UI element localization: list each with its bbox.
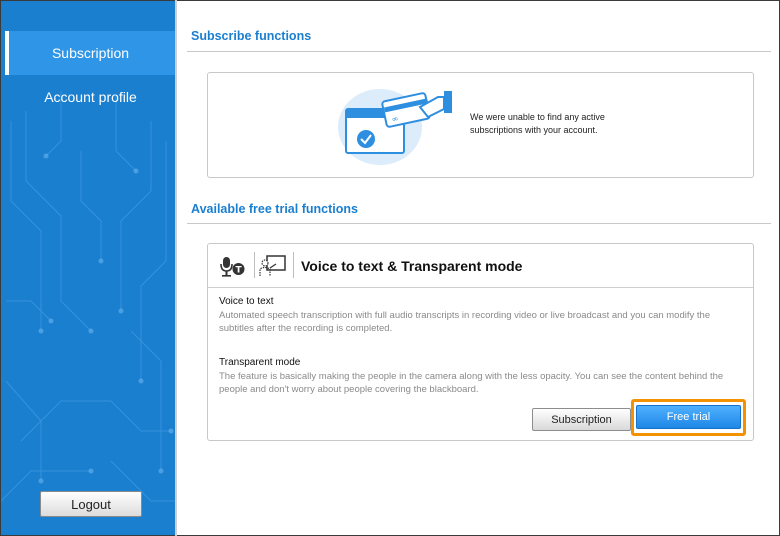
feature-name-transparent-mode: Transparent mode — [219, 357, 301, 368]
subscribe-section-title: Subscribe functions — [191, 29, 312, 43]
transparent-presenter-icon — [259, 255, 286, 276]
sidebar: Subscription Account profile Logout — [1, 1, 176, 535]
no-subscription-message: We were unable to find any active subscr… — [470, 112, 605, 135]
trial-section-title: Available free trial functions — [191, 202, 358, 216]
trial-card-title: Voice to text & Transparent mode — [301, 258, 523, 274]
subscription-status-card: ∞ We were unable to find any active subs… — [207, 72, 754, 178]
sidebar-item-subscription[interactable]: Subscription — [5, 31, 176, 75]
header-separator — [254, 252, 255, 278]
main-content: Subscribe functions ∞ We were unable to … — [177, 1, 778, 535]
feature-description-voice-to-text: Automated speech transcription with full… — [219, 310, 711, 334]
feature-name-voice-to-text: Voice to text — [219, 296, 274, 307]
sidebar-item-account-profile[interactable]: Account profile — [5, 75, 176, 119]
logout-button[interactable]: Logout — [40, 491, 142, 517]
microphone-text-icon: T — [220, 257, 245, 277]
sidebar-item-label: Subscription — [51, 45, 130, 61]
feature-description-transparent-mode: The feature is basically making the peop… — [219, 371, 724, 395]
payment-card-illustration: ∞ — [338, 89, 452, 165]
section-divider — [187, 51, 771, 52]
sidebar-item-label: Account profile — [44, 89, 137, 105]
free-trial-button[interactable]: Free trial — [636, 405, 741, 429]
header-separator — [293, 252, 294, 278]
subscription-button[interactable]: Subscription — [532, 408, 631, 431]
trial-card-header: T Voice to text & Transparent mode — [208, 244, 753, 288]
section-divider — [187, 223, 771, 224]
card-header-divider — [208, 287, 753, 288]
svg-text:T: T — [236, 266, 243, 276]
